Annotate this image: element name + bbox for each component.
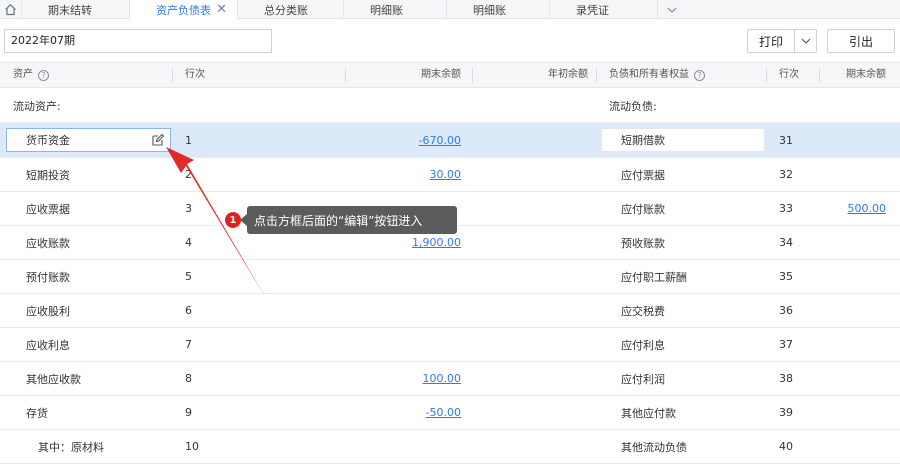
tab-period-close[interactable]: 期末结转 bbox=[22, 0, 130, 19]
header-row-number: 行次 bbox=[185, 69, 205, 80]
edit-icon[interactable] bbox=[151, 133, 165, 147]
step-badge: 1 bbox=[225, 212, 241, 228]
header-asset: 资产? bbox=[13, 63, 49, 87]
asset-name: 其中：原材料 bbox=[38, 440, 104, 454]
section-label-liabilities: 流动负债: bbox=[609, 99, 657, 113]
table-row[interactable]: 应收利息 7 应付利息 37 bbox=[0, 328, 900, 362]
liability-name: 应付利息 bbox=[621, 338, 665, 352]
liability-name: 应付票据 bbox=[621, 168, 665, 182]
liability-row-number: 34 bbox=[779, 236, 793, 249]
row-number: 3 bbox=[185, 202, 192, 215]
export-button[interactable]: 引出 bbox=[827, 29, 895, 53]
liability-row-number: 38 bbox=[779, 372, 793, 385]
liability-row-number: 31 bbox=[779, 133, 793, 147]
end-balance-value[interactable]: -670.00 bbox=[350, 123, 461, 157]
table-row[interactable]: 货币资金 1 -670.00 短期借款 31 bbox=[0, 123, 900, 158]
section-row: 流动资产: 流动负债: bbox=[0, 89, 900, 123]
header-end-balance: 期末余额 bbox=[421, 69, 461, 80]
print-dropdown-button[interactable] bbox=[794, 29, 817, 53]
table-header: 资产? 行次 期末余额 年初余额 负债和所有者权益? 行次 期末余额 bbox=[0, 62, 900, 88]
liability-name-cell[interactable]: 短期借款 bbox=[601, 128, 765, 152]
asset-name: 应收票据 bbox=[26, 202, 70, 216]
header-begin-balance: 年初余额 bbox=[548, 69, 588, 80]
row-number: 2 bbox=[185, 168, 192, 181]
asset-name: 应收账款 bbox=[26, 236, 70, 250]
liability-name: 应交税费 bbox=[621, 304, 665, 318]
row-number: 10 bbox=[185, 440, 199, 453]
tab-detail-ledger-2[interactable]: 明细账 bbox=[447, 0, 550, 19]
liability-row-number: 32 bbox=[779, 168, 793, 181]
liability-row-number: 40 bbox=[779, 440, 793, 453]
column-divider bbox=[819, 68, 820, 83]
liability-name: 其他应付款 bbox=[621, 406, 676, 420]
callout-pointer bbox=[240, 214, 247, 226]
column-divider bbox=[172, 68, 173, 83]
column-divider bbox=[345, 68, 346, 83]
help-icon[interactable]: ? bbox=[38, 70, 49, 81]
liability-row-number: 37 bbox=[779, 338, 793, 351]
asset-name: 其他应收款 bbox=[26, 372, 81, 386]
liability-name: 其他流动负债 bbox=[621, 440, 687, 454]
liability-row-number: 35 bbox=[779, 270, 793, 283]
chevron-down-icon bbox=[667, 7, 677, 13]
end-balance-value[interactable]: 30.00 bbox=[350, 158, 462, 191]
section-label-assets: 流动资产: bbox=[13, 99, 61, 113]
liability-name: 预收账款 bbox=[621, 236, 665, 250]
row-number: 4 bbox=[185, 236, 192, 249]
liability-row-number: 33 bbox=[779, 202, 793, 215]
table-row[interactable]: 预付账款 5 应付职工薪酬 35 bbox=[0, 260, 900, 294]
row-number: 5 bbox=[185, 270, 192, 283]
row-number: 6 bbox=[185, 304, 192, 317]
tab-bar: 期末结转 资产负债表 ✕ 总分类账 明细账 明细账 录凭证 bbox=[0, 0, 900, 19]
column-divider bbox=[596, 68, 597, 83]
liability-row-number: 36 bbox=[779, 304, 793, 317]
table-row[interactable]: 存货 9 -50.00 其他应付款 39 bbox=[0, 396, 900, 430]
row-number: 1 bbox=[185, 133, 192, 147]
asset-name: 存货 bbox=[26, 406, 48, 420]
row-number: 8 bbox=[185, 372, 192, 385]
table-row[interactable]: 其中：原材料 10 其他流动负债 40 bbox=[0, 430, 900, 464]
instruction-callout: 点击方框后面的“编辑”按钮进入 bbox=[247, 206, 457, 234]
asset-name: 短期投资 bbox=[26, 168, 70, 182]
print-button[interactable]: 打印 bbox=[747, 29, 794, 53]
liability-name: 应付账款 bbox=[621, 202, 665, 216]
column-divider bbox=[472, 68, 473, 83]
end-balance-value[interactable]: -50.00 bbox=[350, 396, 461, 429]
help-icon[interactable]: ? bbox=[694, 70, 705, 81]
asset-name: 应收利息 bbox=[26, 338, 70, 352]
table-row[interactable]: 应收股利 6 应交税费 36 bbox=[0, 294, 900, 328]
liability-end-balance-value[interactable]: 500.00 bbox=[824, 192, 887, 225]
table-row[interactable]: 短期投资 2 30.00 应付票据 32 bbox=[0, 158, 900, 192]
asset-name: 预付账款 bbox=[26, 270, 70, 284]
column-divider bbox=[766, 68, 767, 83]
period-selector[interactable]: 2022年07期 bbox=[4, 29, 272, 53]
header-liabilities: 负债和所有者权益? bbox=[609, 63, 705, 87]
row-number: 9 bbox=[185, 406, 192, 419]
tab-balance-sheet[interactable]: 资产负债表 ✕ bbox=[130, 0, 238, 19]
end-balance-value[interactable]: 100.00 bbox=[350, 362, 462, 395]
asset-name: 应收股利 bbox=[26, 304, 70, 318]
liability-row-number: 39 bbox=[779, 406, 793, 419]
liability-name: 应付职工薪酬 bbox=[621, 270, 687, 284]
tab-voucher-entry[interactable]: 录凭证 bbox=[550, 0, 658, 19]
header-row-number-2: 行次 bbox=[779, 69, 799, 80]
tab-more-button[interactable] bbox=[658, 0, 686, 19]
header-end-balance-2: 期末余额 bbox=[846, 69, 886, 80]
home-icon bbox=[5, 3, 16, 16]
row-number: 7 bbox=[185, 338, 192, 351]
liability-name: 应付利润 bbox=[621, 372, 665, 386]
table-row[interactable]: 其他应收款 8 100.00 应付利润 38 bbox=[0, 362, 900, 396]
tab-general-ledger[interactable]: 总分类账 bbox=[238, 0, 344, 19]
tab-detail-ledger-1[interactable]: 明细账 bbox=[344, 0, 447, 19]
asset-name-editable-cell[interactable]: 货币资金 bbox=[6, 128, 171, 152]
close-icon[interactable]: ✕ bbox=[216, 2, 227, 17]
chevron-down-icon bbox=[801, 38, 810, 44]
home-tab[interactable] bbox=[0, 0, 22, 19]
